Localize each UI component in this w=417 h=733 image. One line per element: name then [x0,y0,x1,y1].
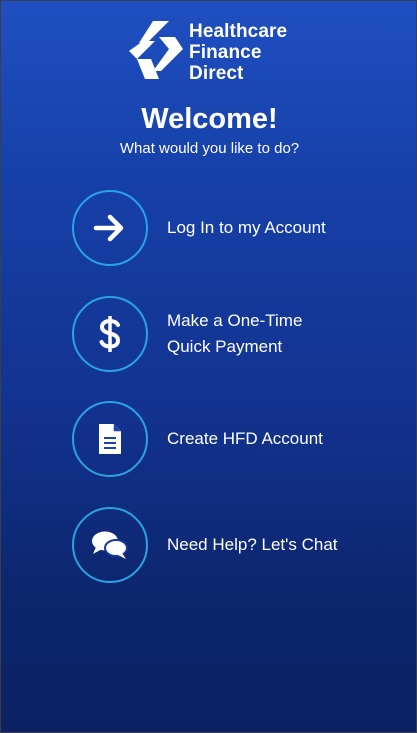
dollar-icon [99,316,121,352]
quick-payment-option[interactable]: Make a One-Time Quick Payment [72,296,372,372]
arrow-right-icon [93,214,124,242]
login-circle-button[interactable] [72,190,148,266]
create-account-option[interactable]: Create HFD Account [72,401,372,477]
create-account-option-label[interactable]: Create HFD Account [167,426,323,452]
welcome-title: Welcome! [141,103,278,135]
login-option[interactable]: Log In to my Account [72,190,372,266]
welcome-subtitle: What would you like to do? [119,140,300,157]
quick-payment-circle-button[interactable] [72,296,148,372]
chat-circle-button[interactable] [72,507,148,583]
login-option-label[interactable]: Log In to my Account [167,215,326,241]
brand-header: Healthcare Finance Direct [125,19,287,84]
brand-line-3: Direct [189,63,244,84]
quick-payment-option-label[interactable]: Make a One-Time Quick Payment [167,308,302,360]
chat-option-label[interactable]: Need Help? Let's Chat [167,532,338,558]
chat-bubbles-icon [92,531,128,559]
welcome-screen: Healthcare Finance Direct Welcome! What … [0,0,417,733]
chat-option[interactable]: Need Help? Let's Chat [72,507,372,583]
brand-name: Healthcare Finance Direct [189,21,287,84]
brand-line-2: Finance [189,42,262,63]
create-account-circle-button[interactable] [72,401,148,477]
hfd-logo-icon [129,21,183,79]
brand-line-1: Healthcare [189,21,288,42]
document-icon [99,424,121,454]
